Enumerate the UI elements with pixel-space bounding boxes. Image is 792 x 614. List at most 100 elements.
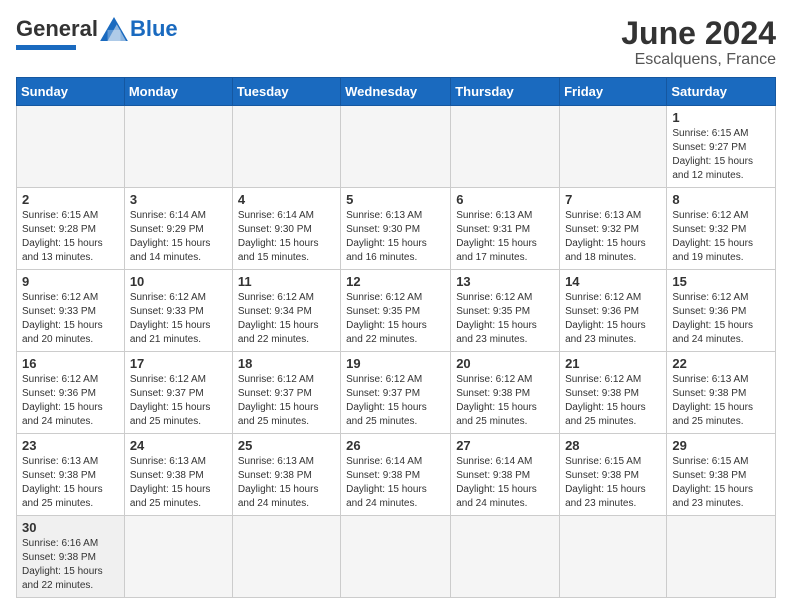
day-number: 29 xyxy=(672,438,770,453)
calendar-row-0: 1Sunrise: 6:15 AM Sunset: 9:27 PM Daylig… xyxy=(17,106,776,188)
day-info: Sunrise: 6:12 AM Sunset: 9:34 PM Dayligh… xyxy=(238,291,335,347)
day-info: Sunrise: 6:14 AM Sunset: 9:38 PM Dayligh… xyxy=(346,455,445,511)
day-number: 8 xyxy=(672,192,770,207)
day-info: Sunrise: 6:13 AM Sunset: 9:38 PM Dayligh… xyxy=(238,455,335,511)
day-number: 21 xyxy=(565,356,661,371)
calendar-cell: 6 Sunrise: 6:13 AM Sunset: 9:31 PM Daylig… xyxy=(451,188,560,270)
day-info: Sunrise: 6:12 AM Sunset: 9:33 PM Dayligh… xyxy=(22,291,119,347)
calendar-row-2: 9 Sunrise: 6:12 AM Sunset: 9:33 PM Daylig… xyxy=(17,270,776,352)
day-number: 28 xyxy=(565,438,661,453)
calendar-cell: 28Sunrise: 6:15 AM Sunset: 9:38 PM Dayli… xyxy=(560,434,667,516)
calendar-row-1: 2 Sunrise: 6:15 AM Sunset: 9:28 PM Daylig… xyxy=(17,188,776,270)
calendar-cell xyxy=(451,106,560,188)
calendar-cell: 15Sunrise: 6:12 AM Sunset: 9:36 PM Dayli… xyxy=(667,270,776,352)
weekday-header-monday: Monday xyxy=(124,78,232,106)
calendar-cell: 24 Sunrise: 6:13 AM Sunset: 9:38 PM Dayli… xyxy=(124,434,232,516)
day-info: Sunrise: 6:13 AM Sunset: 9:38 PM Dayligh… xyxy=(22,455,119,511)
day-info: Sunrise: 6:12 AM Sunset: 9:37 PM Dayligh… xyxy=(346,373,445,429)
day-info: Sunrise: 6:13 AM Sunset: 9:30 PM Dayligh… xyxy=(346,209,445,265)
day-number: 11 xyxy=(238,274,335,289)
calendar-cell: 12Sunrise: 6:12 AM Sunset: 9:35 PM Dayli… xyxy=(341,270,451,352)
day-info: Sunrise: 6:13 AM Sunset: 9:31 PM Dayligh… xyxy=(456,209,554,265)
calendar-cell xyxy=(341,516,451,598)
logo: General Blue xyxy=(16,16,178,50)
day-number: 12 xyxy=(346,274,445,289)
day-number: 2 xyxy=(22,192,119,207)
day-info: Sunrise: 6:15 AM Sunset: 9:28 PM Dayligh… xyxy=(22,209,119,265)
day-number: 23 xyxy=(22,438,119,453)
day-info: Sunrise: 6:12 AM Sunset: 9:33 PM Dayligh… xyxy=(130,291,227,347)
day-info: Sunrise: 6:14 AM Sunset: 9:29 PM Dayligh… xyxy=(130,209,227,265)
calendar-cell: 19 Sunrise: 6:12 AM Sunset: 9:37 PM Dayli… xyxy=(341,352,451,434)
weekday-header-row: SundayMondayTuesdayWednesdayThursdayFrid… xyxy=(17,78,776,106)
day-number: 19 xyxy=(346,356,445,371)
calendar-cell xyxy=(560,516,667,598)
calendar-cell: 8 Sunrise: 6:12 AM Sunset: 9:32 PM Daylig… xyxy=(667,188,776,270)
calendar-cell: 20 Sunrise: 6:12 AM Sunset: 9:38 PM Dayli… xyxy=(451,352,560,434)
calendar-cell: 26 Sunrise: 6:14 AM Sunset: 9:38 PM Dayli… xyxy=(341,434,451,516)
calendar-cell: 13Sunrise: 6:12 AM Sunset: 9:35 PM Dayli… xyxy=(451,270,560,352)
weekday-header-friday: Friday xyxy=(560,78,667,106)
calendar-cell: 17 Sunrise: 6:12 AM Sunset: 9:37 PM Dayli… xyxy=(124,352,232,434)
calendar-cell: 23 Sunrise: 6:13 AM Sunset: 9:38 PM Dayli… xyxy=(17,434,125,516)
day-info: Sunrise: 6:12 AM Sunset: 9:38 PM Dayligh… xyxy=(456,373,554,429)
calendar-cell xyxy=(17,106,125,188)
day-info: Sunrise: 6:12 AM Sunset: 9:36 PM Dayligh… xyxy=(22,373,119,429)
day-number: 7 xyxy=(565,192,661,207)
day-info: Sunrise: 6:12 AM Sunset: 9:32 PM Dayligh… xyxy=(672,209,770,265)
month-title: June 2024 xyxy=(621,16,776,51)
calendar-row-3: 16 Sunrise: 6:12 AM Sunset: 9:36 PM Dayli… xyxy=(17,352,776,434)
day-info: Sunrise: 6:12 AM Sunset: 9:38 PM Dayligh… xyxy=(565,373,661,429)
calendar-cell: 27Sunrise: 6:14 AM Sunset: 9:38 PM Dayli… xyxy=(451,434,560,516)
day-number: 6 xyxy=(456,192,554,207)
calendar-cell xyxy=(232,516,340,598)
day-info: Sunrise: 6:13 AM Sunset: 9:32 PM Dayligh… xyxy=(565,209,661,265)
calendar-cell: 14Sunrise: 6:12 AM Sunset: 9:36 PM Dayli… xyxy=(560,270,667,352)
day-number: 13 xyxy=(456,274,554,289)
weekday-header-saturday: Saturday xyxy=(667,78,776,106)
day-number: 17 xyxy=(130,356,227,371)
day-number: 22 xyxy=(672,356,770,371)
day-number: 20 xyxy=(456,356,554,371)
title-block: June 2024 Escalquens, France xyxy=(621,16,776,69)
calendar-cell: 30 Sunrise: 6:16 AM Sunset: 9:38 PM Dayli… xyxy=(17,516,125,598)
calendar-cell: 3Sunrise: 6:14 AM Sunset: 9:29 PM Daylig… xyxy=(124,188,232,270)
calendar-cell: 7 Sunrise: 6:13 AM Sunset: 9:32 PM Daylig… xyxy=(560,188,667,270)
calendar-cell xyxy=(560,106,667,188)
calendar-cell: 5 Sunrise: 6:13 AM Sunset: 9:30 PM Daylig… xyxy=(341,188,451,270)
day-info: Sunrise: 6:15 AM Sunset: 9:27 PM Dayligh… xyxy=(672,127,770,183)
day-number: 4 xyxy=(238,192,335,207)
day-number: 24 xyxy=(130,438,227,453)
logo-bar xyxy=(16,45,76,50)
calendar-row-4: 23 Sunrise: 6:13 AM Sunset: 9:38 PM Dayli… xyxy=(17,434,776,516)
calendar-cell: 18Sunrise: 6:12 AM Sunset: 9:37 PM Dayli… xyxy=(232,352,340,434)
day-number: 30 xyxy=(22,520,119,535)
calendar-table: SundayMondayTuesdayWednesdayThursdayFrid… xyxy=(16,77,776,598)
day-info: Sunrise: 6:12 AM Sunset: 9:37 PM Dayligh… xyxy=(130,373,227,429)
calendar-cell: 22Sunrise: 6:13 AM Sunset: 9:38 PM Dayli… xyxy=(667,352,776,434)
day-number: 10 xyxy=(130,274,227,289)
calendar-cell: 1Sunrise: 6:15 AM Sunset: 9:27 PM Daylig… xyxy=(667,106,776,188)
calendar-cell xyxy=(667,516,776,598)
weekday-header-sunday: Sunday xyxy=(17,78,125,106)
day-info: Sunrise: 6:12 AM Sunset: 9:36 PM Dayligh… xyxy=(565,291,661,347)
day-number: 9 xyxy=(22,274,119,289)
day-number: 16 xyxy=(22,356,119,371)
weekday-header-wednesday: Wednesday xyxy=(341,78,451,106)
page-header: General Blue June 2024 Escalquens, Franc… xyxy=(16,16,776,69)
location-title: Escalquens, France xyxy=(621,51,776,69)
day-info: Sunrise: 6:13 AM Sunset: 9:38 PM Dayligh… xyxy=(130,455,227,511)
day-info: Sunrise: 6:15 AM Sunset: 9:38 PM Dayligh… xyxy=(672,455,770,511)
day-number: 26 xyxy=(346,438,445,453)
weekday-header-thursday: Thursday xyxy=(451,78,560,106)
day-number: 5 xyxy=(346,192,445,207)
calendar-cell xyxy=(124,106,232,188)
logo-blue-text: Blue xyxy=(130,16,178,42)
day-info: Sunrise: 6:16 AM Sunset: 9:38 PM Dayligh… xyxy=(22,537,119,593)
calendar-cell: 21 Sunrise: 6:12 AM Sunset: 9:38 PM Dayli… xyxy=(560,352,667,434)
day-number: 25 xyxy=(238,438,335,453)
calendar-cell: 4Sunrise: 6:14 AM Sunset: 9:30 PM Daylig… xyxy=(232,188,340,270)
day-number: 27 xyxy=(456,438,554,453)
day-number: 15 xyxy=(672,274,770,289)
calendar-cell xyxy=(232,106,340,188)
